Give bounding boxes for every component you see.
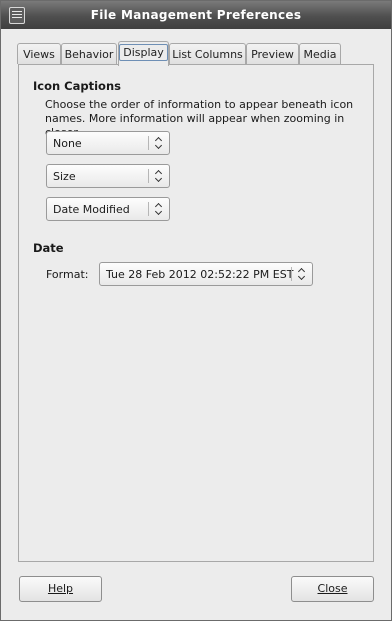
help-button-label: Help bbox=[47, 582, 74, 595]
icon-captions-heading: Icon Captions bbox=[33, 79, 121, 93]
date-format-select[interactable]: Tue 28 Feb 2012 02:52:22 PM EST bbox=[99, 262, 313, 286]
window-title: File Management Preferences bbox=[90, 8, 302, 22]
date-heading: Date bbox=[33, 241, 64, 255]
title-bar[interactable]: File Management Preferences bbox=[1, 1, 391, 29]
updown-arrow-icon bbox=[154, 168, 164, 184]
tab-display[interactable]: Display bbox=[118, 41, 169, 66]
display-tab-panel: Icon Captions Choose the order of inform… bbox=[18, 64, 374, 562]
caption-select-3-value: Date Modified bbox=[53, 203, 130, 216]
date-format-label: Format: bbox=[46, 268, 89, 281]
close-button[interactable]: Close bbox=[291, 576, 374, 602]
updown-arrow-icon bbox=[154, 135, 164, 151]
caption-select-1-value: None bbox=[53, 137, 82, 150]
tab-views[interactable]: Views bbox=[17, 43, 61, 64]
tab-media[interactable]: Media bbox=[299, 43, 341, 64]
caption-select-2-value: Size bbox=[53, 170, 76, 183]
close-button-label: Close bbox=[317, 582, 348, 595]
preferences-window: File Management Preferences Views Behavi… bbox=[0, 0, 392, 621]
caption-select-1[interactable]: None bbox=[46, 131, 170, 155]
tab-list-columns[interactable]: List Columns bbox=[169, 43, 246, 64]
tab-display-label: Display bbox=[119, 44, 168, 61]
caption-select-2[interactable]: Size bbox=[46, 164, 170, 188]
updown-arrow-icon bbox=[154, 201, 164, 217]
updown-arrow-icon bbox=[297, 266, 307, 282]
tab-behavior[interactable]: Behavior bbox=[61, 43, 117, 64]
help-button[interactable]: Help bbox=[19, 576, 102, 602]
caption-select-3[interactable]: Date Modified bbox=[46, 197, 170, 221]
date-format-value: Tue 28 Feb 2012 02:52:22 PM EST bbox=[106, 268, 294, 281]
tab-preview[interactable]: Preview bbox=[246, 43, 299, 64]
